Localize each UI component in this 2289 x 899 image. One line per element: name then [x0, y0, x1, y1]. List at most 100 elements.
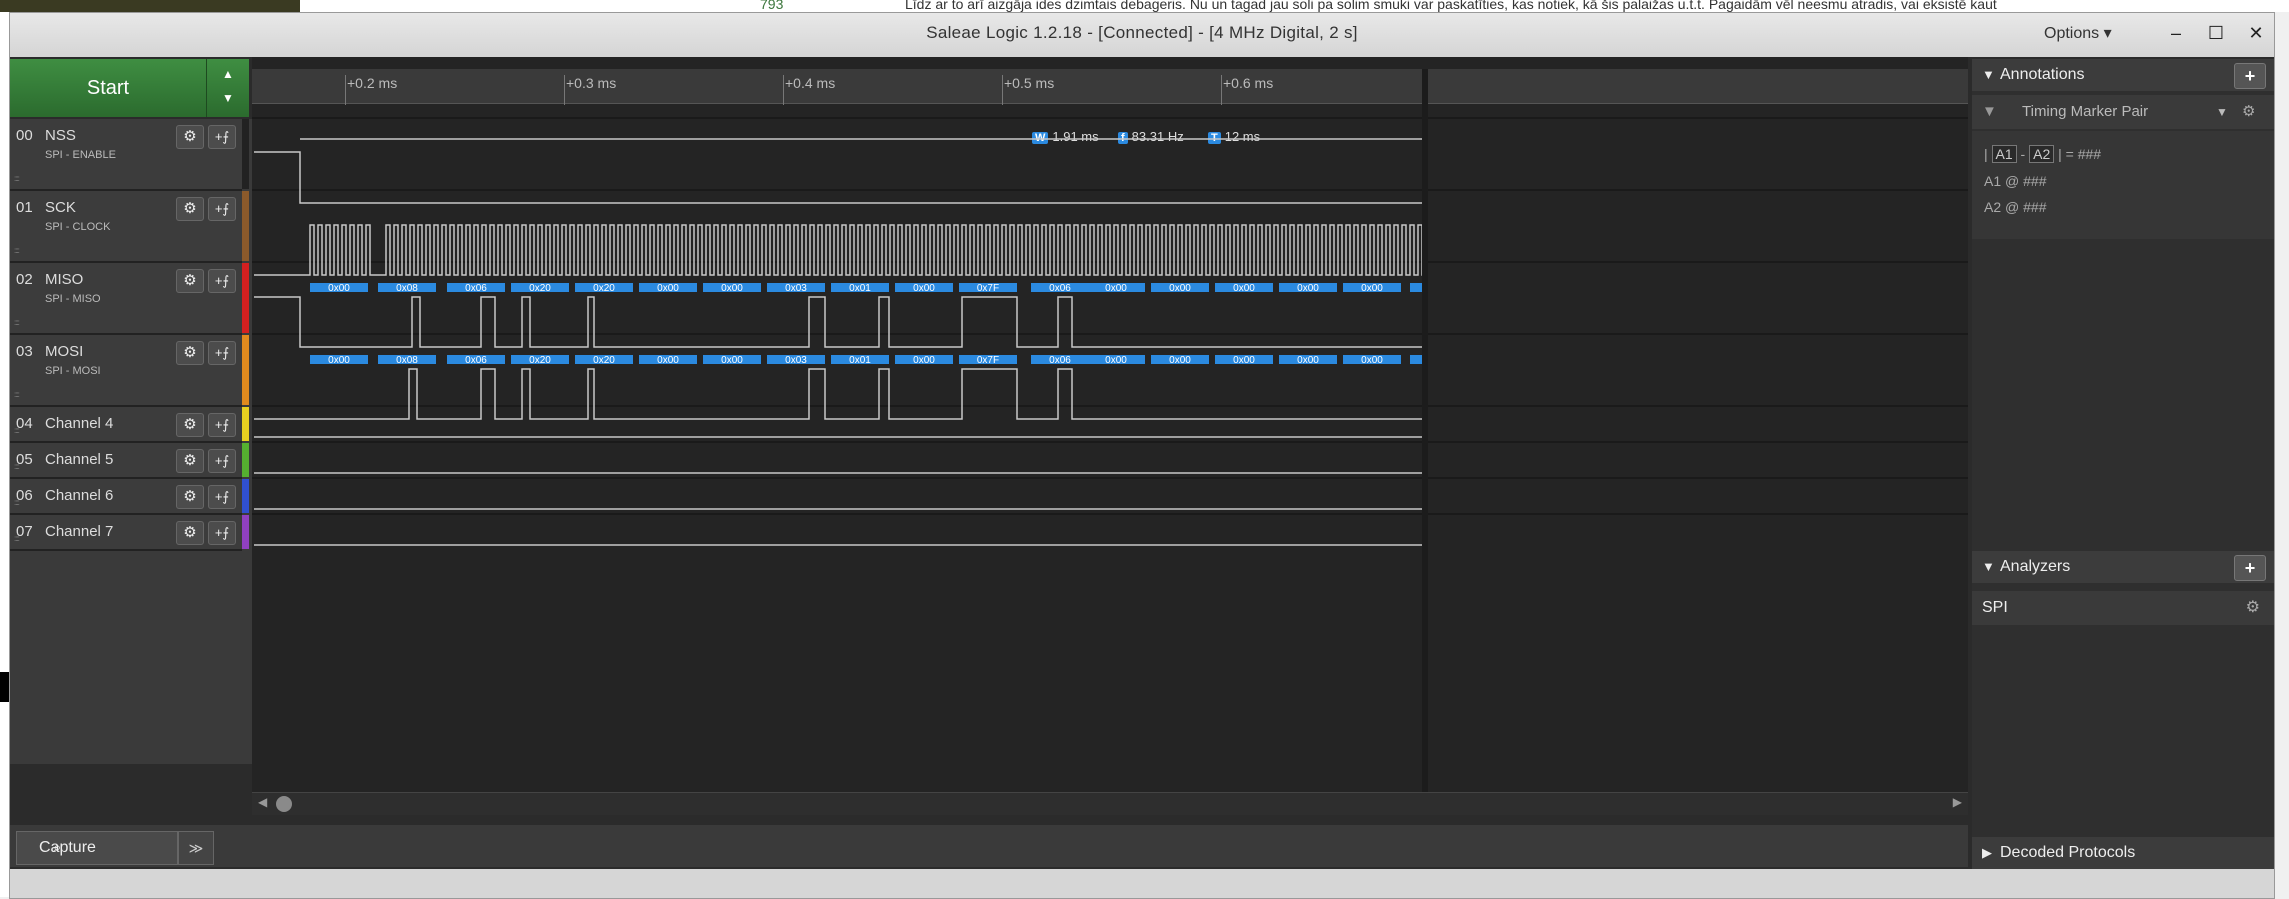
- timing-marker-label: Timing Marker Pair: [2022, 103, 2149, 120]
- drag-handle-icon[interactable]: ::::: [14, 534, 20, 543]
- trigger-icon[interactable]: +⨍: [208, 125, 236, 149]
- waveform-area[interactable]: +0.2 ms +0.3 ms +0.4 ms +0.5 ms +0.6 ms W 1.9…: [252, 57, 1968, 792]
- channel-name[interactable]: Channel 4: [45, 415, 113, 432]
- channel-row-3[interactable]: 03 MOSI SPI - MOSI ⚙ +⨍::::: [10, 335, 249, 407]
- analyzer-name: SPI: [1982, 599, 2008, 616]
- channel-row-2[interactable]: 02 MISO SPI - MISO ⚙ +⨍::::: [10, 263, 249, 335]
- title-bar[interactable]: Saleae Logic 1.2.18 - [Connected] - [4 M…: [10, 13, 2274, 57]
- channel-name[interactable]: SCK: [45, 199, 76, 216]
- trigger-icon[interactable]: +⨍: [208, 521, 236, 545]
- analyzers-header[interactable]: ▼ Analyzers +: [1972, 551, 2274, 583]
- gear-icon[interactable]: ⚙: [176, 269, 204, 293]
- start-button[interactable]: Start: [10, 59, 207, 117]
- capture-tab[interactable]: ⌕ Capture: [16, 831, 178, 865]
- decoded-byte-text: 0x20: [529, 355, 551, 366]
- minimize-button[interactable]: –: [2160, 19, 2192, 47]
- options-menu[interactable]: Options ▾: [2044, 23, 2112, 43]
- a1-box[interactable]: A1: [1991, 145, 2017, 163]
- channel-row-1[interactable]: 01 SCK SPI - CLOCK ⚙ +⨍::::: [10, 191, 249, 263]
- drag-handle-icon[interactable]: ::::: [14, 462, 20, 471]
- trigger-icon[interactable]: +⨍: [208, 197, 236, 221]
- decoded-byte-text: 0x06: [465, 283, 487, 294]
- gear-icon[interactable]: ⚙: [176, 341, 204, 365]
- trigger-icon[interactable]: +⨍: [208, 485, 236, 509]
- decoded-protocols-header[interactable]: ▶ Decoded Protocols: [1972, 837, 2274, 869]
- analyzer-item-spi[interactable]: SPI ⚙: [1972, 591, 2274, 625]
- annotations-header[interactable]: ▼ Annotations +: [1972, 59, 2274, 91]
- decoded-byte-text: 0x20: [529, 283, 551, 294]
- channel-row-0[interactable]: 00 NSS SPI - ENABLE ⚙ +⨍::::: [10, 119, 249, 191]
- trigger-icon[interactable]: +⨍: [208, 269, 236, 293]
- timing-marker-pair-row[interactable]: ▼ Timing Marker Pair ▼ ⚙: [1972, 95, 2274, 129]
- channel-name[interactable]: Channel 5: [45, 451, 113, 468]
- drag-handle-icon[interactable]: ::::: [14, 426, 20, 435]
- saleae-window: Saleae Logic 1.2.18 - [Connected] - [4 M…: [9, 12, 2275, 899]
- decoded-byte-text: 0x00: [328, 355, 350, 366]
- collapse-icon[interactable]: ▼: [1982, 59, 1995, 91]
- gear-icon[interactable]: ⚙: [176, 413, 204, 437]
- close-button[interactable]: ✕: [2240, 19, 2272, 47]
- scroll-right-icon[interactable]: ▶: [1953, 795, 1962, 809]
- channel-row-7[interactable]: 07 Channel 7 ⚙ +⨍::::: [10, 515, 249, 551]
- decoded-byte-text: 0x20: [593, 283, 615, 294]
- decoded-byte-text: 0x00: [1169, 283, 1191, 294]
- trigger-icon[interactable]: +⨍: [208, 413, 236, 437]
- drag-handle-icon[interactable]: ::::: [14, 390, 20, 399]
- maximize-button[interactable]: ☐: [2200, 19, 2232, 47]
- channel-name[interactable]: MOSI: [45, 343, 83, 360]
- channel-index: 03: [16, 343, 33, 360]
- collapse-icon[interactable]: ▼: [1982, 551, 1995, 583]
- row-separator: [252, 333, 1968, 335]
- channel-row-6[interactable]: 06 Channel 6 ⚙ +⨍::::: [10, 479, 249, 515]
- trigger-icon[interactable]: +⨍: [208, 341, 236, 365]
- channel-color-bar: [242, 443, 249, 477]
- trigger-icon[interactable]: +⨍: [208, 449, 236, 473]
- gear-icon[interactable]: ⚙: [176, 197, 204, 221]
- channel-index: 02: [16, 271, 33, 288]
- add-annotation-button[interactable]: +: [2234, 63, 2266, 89]
- drag-handle-icon[interactable]: ::::: [14, 318, 20, 327]
- channel-name[interactable]: Channel 6: [45, 487, 113, 504]
- decoded-byte-text: 0x06: [1049, 355, 1071, 366]
- decoded-byte-text: 0x03: [785, 283, 807, 294]
- channel-name[interactable]: NSS: [45, 127, 76, 144]
- chevron-up-icon[interactable]: ▲: [221, 67, 235, 81]
- more-tabs-button[interactable]: ≫: [178, 831, 214, 865]
- gear-icon[interactable]: ⚙: [176, 485, 204, 509]
- start-options-arrows[interactable]: ▲ ▼: [207, 59, 249, 117]
- channel-name[interactable]: MISO: [45, 271, 83, 288]
- drag-handle-icon[interactable]: ::::: [14, 174, 20, 183]
- decoded-byte-text: 0x7F: [977, 283, 999, 294]
- dropdown-icon[interactable]: ▼: [2216, 95, 2228, 129]
- gear-icon[interactable]: ⚙: [2242, 95, 2255, 129]
- capture-tab-label: Capture: [39, 839, 96, 856]
- scroll-left-icon[interactable]: ◀: [258, 795, 267, 809]
- channel-name[interactable]: Channel 7: [45, 523, 113, 540]
- gear-icon[interactable]: ⚙: [176, 125, 204, 149]
- decoded-byte-text: 0x00: [1233, 355, 1255, 366]
- a2-box[interactable]: A2: [2029, 145, 2055, 163]
- drag-handle-icon[interactable]: ::::: [14, 246, 20, 255]
- chevron-down-icon[interactable]: ▼: [221, 91, 235, 105]
- channel-row-5[interactable]: 05 Channel 5 ⚙ +⨍::::: [10, 443, 249, 479]
- horizontal-scrollbar[interactable]: ◀ ▶: [252, 792, 1968, 815]
- row-separator: [252, 117, 1968, 119]
- gear-icon[interactable]: ⚙: [2246, 591, 2260, 625]
- decoded-byte-text: 0x08: [396, 283, 418, 294]
- expand-icon[interactable]: ▶: [1982, 837, 1992, 869]
- annotation-a1-row: A1 @ ###: [1984, 173, 2047, 189]
- decoded-byte-text: 0x7F: [977, 355, 999, 366]
- add-analyzer-button[interactable]: +: [2234, 555, 2266, 581]
- decoded-byte-text: 0x00: [1297, 283, 1319, 294]
- mosi-trace: [254, 368, 1422, 420]
- drag-handle-icon[interactable]: ::::: [14, 498, 20, 507]
- decoded-byte-partial: [1410, 283, 1422, 292]
- channel-row-4[interactable]: 04 Channel 4 ⚙ +⨍::::: [10, 407, 249, 443]
- scrollbar-thumb[interactable]: [276, 796, 292, 812]
- delta-value: | = ###: [2058, 146, 2102, 162]
- decoded-byte-text: 0x20: [593, 355, 615, 366]
- plot-right-edge: [1422, 69, 1428, 792]
- gear-icon[interactable]: ⚙: [176, 449, 204, 473]
- waveform-svg: 0x00 0x08 0x06 0x20 0x20 0x00 0x00 0x03 0x01 0x00…: [252, 69, 1968, 792]
- gear-icon[interactable]: ⚙: [176, 521, 204, 545]
